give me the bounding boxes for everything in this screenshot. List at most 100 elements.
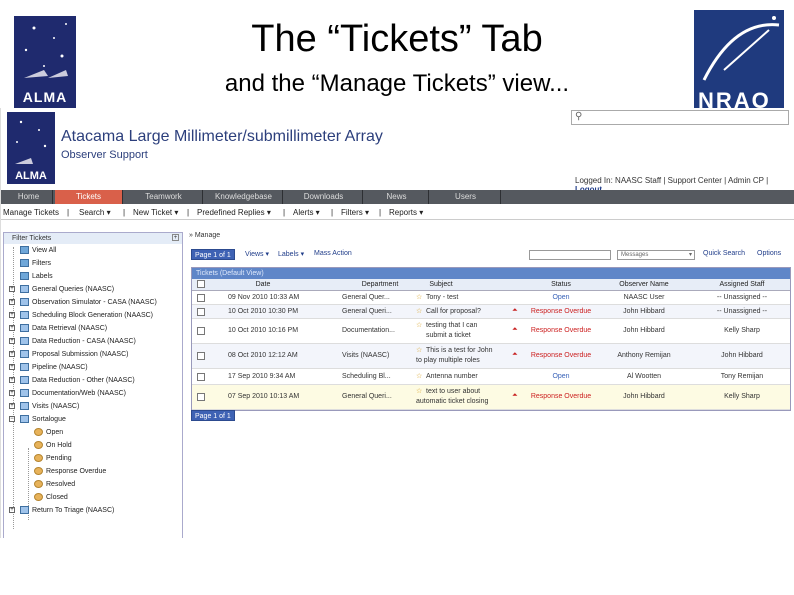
sidebar-item-closed[interactable]: Closed bbox=[34, 493, 68, 501]
cell-subject[interactable]: Call for proposal? bbox=[426, 308, 481, 315]
col-department[interactable]: Department bbox=[342, 281, 418, 288]
sidebar-item-documentation[interactable]: + Documentation/Web (NAASC) bbox=[9, 389, 126, 397]
cell-subject[interactable]: Antenna number bbox=[426, 373, 478, 380]
ticket-flag-icon: ☆ bbox=[416, 294, 423, 301]
subnav-filters[interactable]: Filters ▾ bbox=[341, 206, 369, 220]
row-checkbox[interactable] bbox=[197, 294, 205, 302]
sidebar-item-general-queries[interactable]: + General Queries (NAASC) bbox=[9, 285, 114, 293]
page-indicator[interactable]: Page 1 of 1 bbox=[191, 249, 235, 260]
cell-subject-line2[interactable]: to play multiple roles bbox=[416, 357, 480, 364]
labels-menu[interactable]: Labels ▾ bbox=[278, 250, 304, 258]
cell-subject-line2[interactable]: automatic ticket closing bbox=[416, 398, 488, 405]
mass-action-button[interactable]: Mass Action bbox=[314, 250, 352, 257]
cell-department: Visits (NAASC) bbox=[342, 352, 390, 359]
cell-subject[interactable]: This is a test for John bbox=[426, 347, 493, 354]
sidebar-item-resolved[interactable]: Resolved bbox=[34, 480, 75, 488]
grid-toolbar: Page 1 of 1 Views ▾ Labels ▾ Mass Action… bbox=[189, 248, 791, 262]
row-checkbox[interactable] bbox=[197, 373, 205, 381]
expand-icon[interactable]: + bbox=[9, 286, 15, 292]
login-links[interactable]: Logged In: NAASC Staff | Support Center … bbox=[575, 176, 768, 185]
row-checkbox[interactable] bbox=[197, 308, 205, 316]
subnav-predefined-replies[interactable]: Predefined Replies ▾ bbox=[197, 206, 271, 220]
expand-icon[interactable]: + bbox=[9, 403, 15, 409]
subnav-alerts[interactable]: Alerts ▾ bbox=[293, 206, 320, 220]
search-icon: ⚲ bbox=[575, 111, 583, 122]
expand-icon[interactable]: + bbox=[9, 377, 15, 383]
tab-users[interactable]: Users bbox=[431, 190, 501, 204]
tab-knowledgebase[interactable]: Knowledgebase bbox=[205, 190, 283, 204]
sidebar-item-data-reduction-casa[interactable]: + Data Reduction - CASA (NAASC) bbox=[9, 337, 136, 345]
sidebar-item-return-to-triage[interactable]: + Return To Triage (NAASC) bbox=[9, 506, 114, 514]
tab-downloads[interactable]: Downloads bbox=[285, 190, 363, 204]
cell-subject[interactable]: Tony - test bbox=[426, 294, 458, 301]
col-observer[interactable]: Observer Name bbox=[596, 281, 692, 288]
folder-icon bbox=[20, 402, 29, 410]
expand-icon[interactable]: + bbox=[9, 351, 15, 357]
sidebar-item-data-reduction-other[interactable]: + Data Reduction - Other (NAASC) bbox=[9, 376, 135, 384]
sidebar-item-on-hold[interactable]: On Hold bbox=[34, 441, 72, 449]
site-logo[interactable]: ALMA bbox=[7, 112, 55, 184]
row-checkbox[interactable] bbox=[197, 352, 205, 360]
cell-observer: Anthony Remijan bbox=[617, 352, 671, 359]
table-row[interactable]: 09 Nov 2010 10:33 AM General Quer... ☆ T… bbox=[192, 291, 790, 305]
collapse-icon[interactable]: − bbox=[9, 416, 15, 422]
breadcrumb[interactable]: » Manage bbox=[189, 232, 220, 239]
table-row[interactable]: 07 Sep 2010 10:13 AM General Queri... ☆ … bbox=[192, 385, 790, 410]
sidebar-item-sortalogue[interactable]: − Sortalogue bbox=[9, 415, 66, 423]
expand-icon[interactable]: + bbox=[9, 312, 15, 318]
subnav-new-ticket[interactable]: New Ticket ▾ bbox=[133, 206, 178, 220]
sidebar-item-open[interactable]: Open bbox=[34, 428, 63, 436]
table-row[interactable]: 10 Oct 2010 10:16 PM Documentation... ☆ … bbox=[192, 319, 790, 344]
views-menu[interactable]: Views ▾ bbox=[245, 250, 269, 258]
nrao-logo-text: NRAO bbox=[698, 88, 771, 108]
table-row[interactable]: 08 Oct 2010 12:12 AM Visits (NAASC) ☆ Th… bbox=[192, 344, 790, 369]
row-checkbox[interactable] bbox=[197, 393, 205, 401]
col-staff[interactable]: Assigned Staff bbox=[694, 281, 790, 288]
expand-icon[interactable]: + bbox=[9, 507, 15, 513]
expand-icon[interactable]: + bbox=[9, 325, 15, 331]
expand-icon[interactable]: + bbox=[9, 299, 15, 305]
cell-subject-line2[interactable]: submit a ticket bbox=[426, 332, 471, 339]
col-date[interactable]: Date bbox=[228, 281, 298, 288]
expand-icon[interactable]: + bbox=[9, 390, 15, 396]
sidebar-item-label: Closed bbox=[46, 493, 68, 501]
quick-search-input[interactable] bbox=[529, 250, 611, 260]
sidebar-item-response-overdue[interactable]: Response Overdue bbox=[34, 467, 106, 475]
sidebar-item-filters[interactable]: Filters bbox=[20, 259, 51, 267]
select-all-checkbox[interactable] bbox=[197, 280, 205, 288]
quick-search-button[interactable]: Quick Search bbox=[703, 250, 745, 257]
sidebar-item-view-all[interactable]: View All bbox=[20, 246, 56, 254]
sidebar-item-observation-simulator[interactable]: + Observation Simulator - CASA (NAASC) bbox=[9, 298, 157, 306]
cell-subject[interactable]: testing that I can bbox=[426, 322, 477, 329]
tab-teamwork[interactable]: Teamwork bbox=[125, 190, 203, 204]
sidebar-item-data-retrieval[interactable]: + Data Retrieval (NAASC) bbox=[9, 324, 107, 332]
main-nav: Home Tickets Teamwork Knowledgebase Down… bbox=[1, 190, 794, 204]
search-type-select[interactable]: Messages ▾ bbox=[617, 250, 695, 260]
subnav-manage-tickets[interactable]: Manage Tickets bbox=[3, 206, 59, 220]
table-row[interactable]: 17 Sep 2010 9:34 AM Scheduling Bl... ☆ A… bbox=[192, 369, 790, 385]
sidebar-item-proposal-submission[interactable]: + Proposal Submission (NAASC) bbox=[9, 350, 128, 358]
cell-subject[interactable]: text to user about bbox=[426, 388, 480, 395]
expand-icon[interactable]: + bbox=[9, 364, 15, 370]
options-button[interactable]: Options bbox=[757, 250, 781, 257]
sidebar-item-pending[interactable]: Pending bbox=[34, 454, 72, 462]
subnav-search[interactable]: Search ▾ bbox=[79, 206, 111, 220]
site-search-input[interactable]: ⚲ bbox=[571, 110, 789, 125]
page-indicator-bottom[interactable]: Page 1 of 1 bbox=[191, 410, 235, 421]
tab-home[interactable]: Home bbox=[5, 190, 53, 204]
tab-news[interactable]: News bbox=[365, 190, 429, 204]
collapse-icon[interactable]: + bbox=[172, 234, 179, 241]
sidebar-item-labels[interactable]: Labels bbox=[20, 272, 53, 280]
row-checkbox[interactable] bbox=[197, 327, 205, 335]
sidebar-item-pipeline[interactable]: + Pipeline (NAASC) bbox=[9, 363, 88, 371]
table-row[interactable]: 10 Oct 2010 10:30 PM General Queri... ☆ … bbox=[192, 305, 790, 319]
col-subject[interactable]: Subject bbox=[416, 281, 466, 288]
sidebar-item-visits[interactable]: + Visits (NAASC) bbox=[9, 402, 79, 410]
col-status[interactable]: Status bbox=[522, 281, 600, 288]
sidebar-item-scheduling-block[interactable]: + Scheduling Block Generation (NAASC) bbox=[9, 311, 153, 319]
site-header: ALMA Atacama Large Millimeter/submillime… bbox=[1, 108, 794, 194]
tab-tickets[interactable]: Tickets bbox=[55, 190, 123, 204]
subnav-reports[interactable]: Reports ▾ bbox=[389, 206, 423, 220]
expand-icon[interactable]: + bbox=[9, 338, 15, 344]
ticket-flag-icon: ☆ bbox=[416, 388, 423, 395]
